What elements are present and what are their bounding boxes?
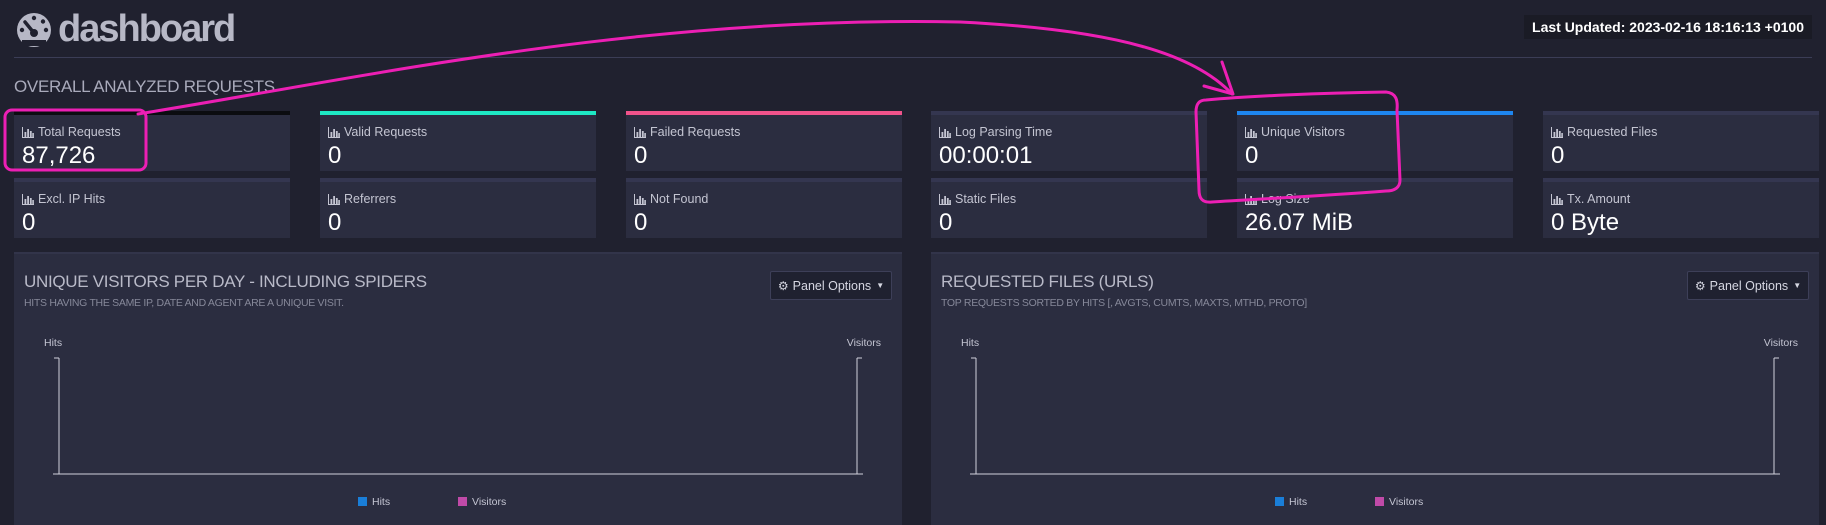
bar-chart-icon bbox=[22, 126, 34, 138]
bar-chart-icon bbox=[1551, 126, 1563, 138]
bar-chart-icon bbox=[1245, 126, 1257, 138]
card-label: Unique Visitors bbox=[1245, 125, 1345, 139]
card-value: 0 bbox=[328, 142, 342, 169]
card-log-size: Log Size 26.07 MiB bbox=[1237, 178, 1513, 238]
bar-chart-icon bbox=[939, 126, 951, 138]
card-value: 87,726 bbox=[22, 142, 96, 169]
bar-chart-icon bbox=[328, 193, 340, 205]
card-value: 0 bbox=[1551, 142, 1565, 169]
card-label-text: Unique Visitors bbox=[1261, 125, 1345, 139]
card-value: 0 bbox=[634, 209, 648, 236]
card-value: 00:00:01 bbox=[939, 142, 1033, 169]
bar-chart-icon bbox=[939, 193, 951, 205]
card-label-text: Not Found bbox=[650, 192, 709, 206]
card-label: Referrers bbox=[328, 192, 396, 206]
card-value: 0 bbox=[328, 209, 342, 236]
bar-chart-icon bbox=[634, 193, 646, 205]
card-value: 0 bbox=[22, 209, 36, 236]
panel-options-label: Panel Options bbox=[1709, 278, 1789, 293]
speedometer-icon bbox=[17, 13, 51, 47]
legend-hits-swatch bbox=[358, 497, 367, 506]
card-label: Failed Requests bbox=[634, 125, 740, 139]
card-value: 0 bbox=[939, 209, 953, 236]
bar-chart-icon bbox=[1551, 193, 1563, 205]
panel-chart: Hits Visitors Hits Visitors bbox=[961, 337, 1798, 508]
card-valid-requests: Valid Requests 0 bbox=[320, 111, 596, 171]
card-label: Excl. IP Hits bbox=[22, 192, 105, 206]
last-updated: Last Updated: 2023-02-16 18:16:13 +0100 bbox=[1524, 15, 1812, 39]
legend-hits-label: Hits bbox=[1289, 496, 1307, 508]
panel-options-button[interactable]: ⚙ Panel Options ▼ bbox=[770, 271, 892, 300]
logo-text: dashboard bbox=[58, 8, 236, 50]
card-label-text: Static Files bbox=[955, 192, 1017, 206]
y-axis-right-label: Visitors bbox=[1764, 337, 1798, 349]
card-label: Static Files bbox=[939, 192, 1016, 206]
card-unique-visitors: Unique Visitors 0 bbox=[1237, 111, 1513, 171]
annotation-arrow-head bbox=[1202, 60, 1235, 96]
legend-visitors-label: Visitors bbox=[1389, 496, 1423, 508]
card-static-files: Static Files 0 bbox=[931, 178, 1207, 238]
panel-options-label: Panel Options bbox=[792, 278, 872, 293]
card-value: 0 bbox=[634, 142, 648, 169]
panel-title: REQUESTED FILES (URLS) bbox=[941, 272, 1154, 291]
card-label-text: Failed Requests bbox=[650, 125, 741, 139]
card-label-text: Valid Requests bbox=[344, 125, 428, 139]
card-value: 26.07 MiB bbox=[1245, 209, 1354, 236]
card-label: Requested Files bbox=[1551, 125, 1657, 139]
gear-icon: ⚙ bbox=[777, 278, 789, 293]
panel-chart: Hits Visitors Hits Visitors bbox=[44, 337, 881, 508]
panel-1: REQUESTED FILES (URLS) TOP REQUESTS SORTE… bbox=[931, 252, 1819, 525]
panel-subtitle: TOP REQUESTS SORTED BY HITS [, AVGTS, CU… bbox=[941, 297, 1307, 309]
card-tx-amount: Tx. Amount 0 Byte bbox=[1543, 178, 1819, 238]
card-label-text: Log Parsing Time bbox=[955, 125, 1053, 139]
panel-options-button[interactable]: ⚙ Panel Options ▼ bbox=[1687, 271, 1809, 300]
card-excl-ip-hits: Excl. IP Hits 0 bbox=[14, 178, 290, 238]
card-value: 0 bbox=[1245, 142, 1259, 169]
card-label-text: Tx. Amount bbox=[1567, 192, 1631, 206]
card-not-found: Not Found 0 bbox=[626, 178, 902, 238]
panel-title: UNIQUE VISITORS PER DAY - INCLUDING SPID… bbox=[24, 272, 427, 291]
card-label-text: Referrers bbox=[344, 192, 397, 206]
card-value: 0 Byte bbox=[1551, 209, 1620, 236]
bar-chart-icon bbox=[328, 126, 340, 138]
gear-icon: ⚙ bbox=[1694, 278, 1706, 293]
caret-down-icon: ▼ bbox=[1793, 281, 1802, 290]
card-label: Total Requests bbox=[22, 125, 121, 139]
legend-visitors-label: Visitors bbox=[472, 496, 506, 508]
legend-hits-swatch bbox=[1275, 497, 1284, 506]
card-requested-files: Requested Files 0 bbox=[1543, 111, 1819, 171]
header: dashboard Last Updated: 2023-02-16 18:16… bbox=[14, 8, 1812, 58]
card-label-text: Excl. IP Hits bbox=[38, 192, 106, 206]
card-label: Tx. Amount bbox=[1551, 192, 1630, 206]
panel-0: UNIQUE VISITORS PER DAY - INCLUDING SPID… bbox=[14, 252, 902, 525]
card-label-text: Total Requests bbox=[38, 125, 121, 139]
card-referrers: Referrers 0 bbox=[320, 178, 596, 238]
card-label: Valid Requests bbox=[328, 125, 427, 139]
legend-visitors-swatch bbox=[1375, 497, 1384, 506]
bar-chart-icon bbox=[634, 126, 646, 138]
panel-subtitle: HITS HAVING THE SAME IP, DATE AND AGENT … bbox=[24, 297, 344, 309]
logo[interactable]: dashboard bbox=[14, 8, 236, 50]
y-axis-left-label: Hits bbox=[961, 337, 979, 349]
section-title: OVERALL ANALYZED REQUESTS bbox=[14, 77, 275, 96]
legend-hits-label: Hits bbox=[372, 496, 390, 508]
card-label: Log Size bbox=[1245, 192, 1310, 206]
legend-visitors-swatch bbox=[458, 497, 467, 506]
card-label-text: Log Size bbox=[1261, 192, 1310, 206]
y-axis-right-label: Visitors bbox=[847, 337, 881, 349]
card-total-requests: Total Requests 87,726 bbox=[14, 111, 290, 171]
bar-chart-icon bbox=[22, 193, 34, 205]
card-log-parsing-time: Log Parsing Time 00:00:01 bbox=[931, 111, 1207, 171]
caret-down-icon: ▼ bbox=[876, 281, 885, 290]
card-label: Not Found bbox=[634, 192, 708, 206]
card-label-text: Requested Files bbox=[1567, 125, 1658, 139]
card-label: Log Parsing Time bbox=[939, 125, 1052, 139]
card-failed-requests: Failed Requests 0 bbox=[626, 111, 902, 171]
bar-chart-icon bbox=[1245, 193, 1257, 205]
y-axis-left-label: Hits bbox=[44, 337, 62, 349]
